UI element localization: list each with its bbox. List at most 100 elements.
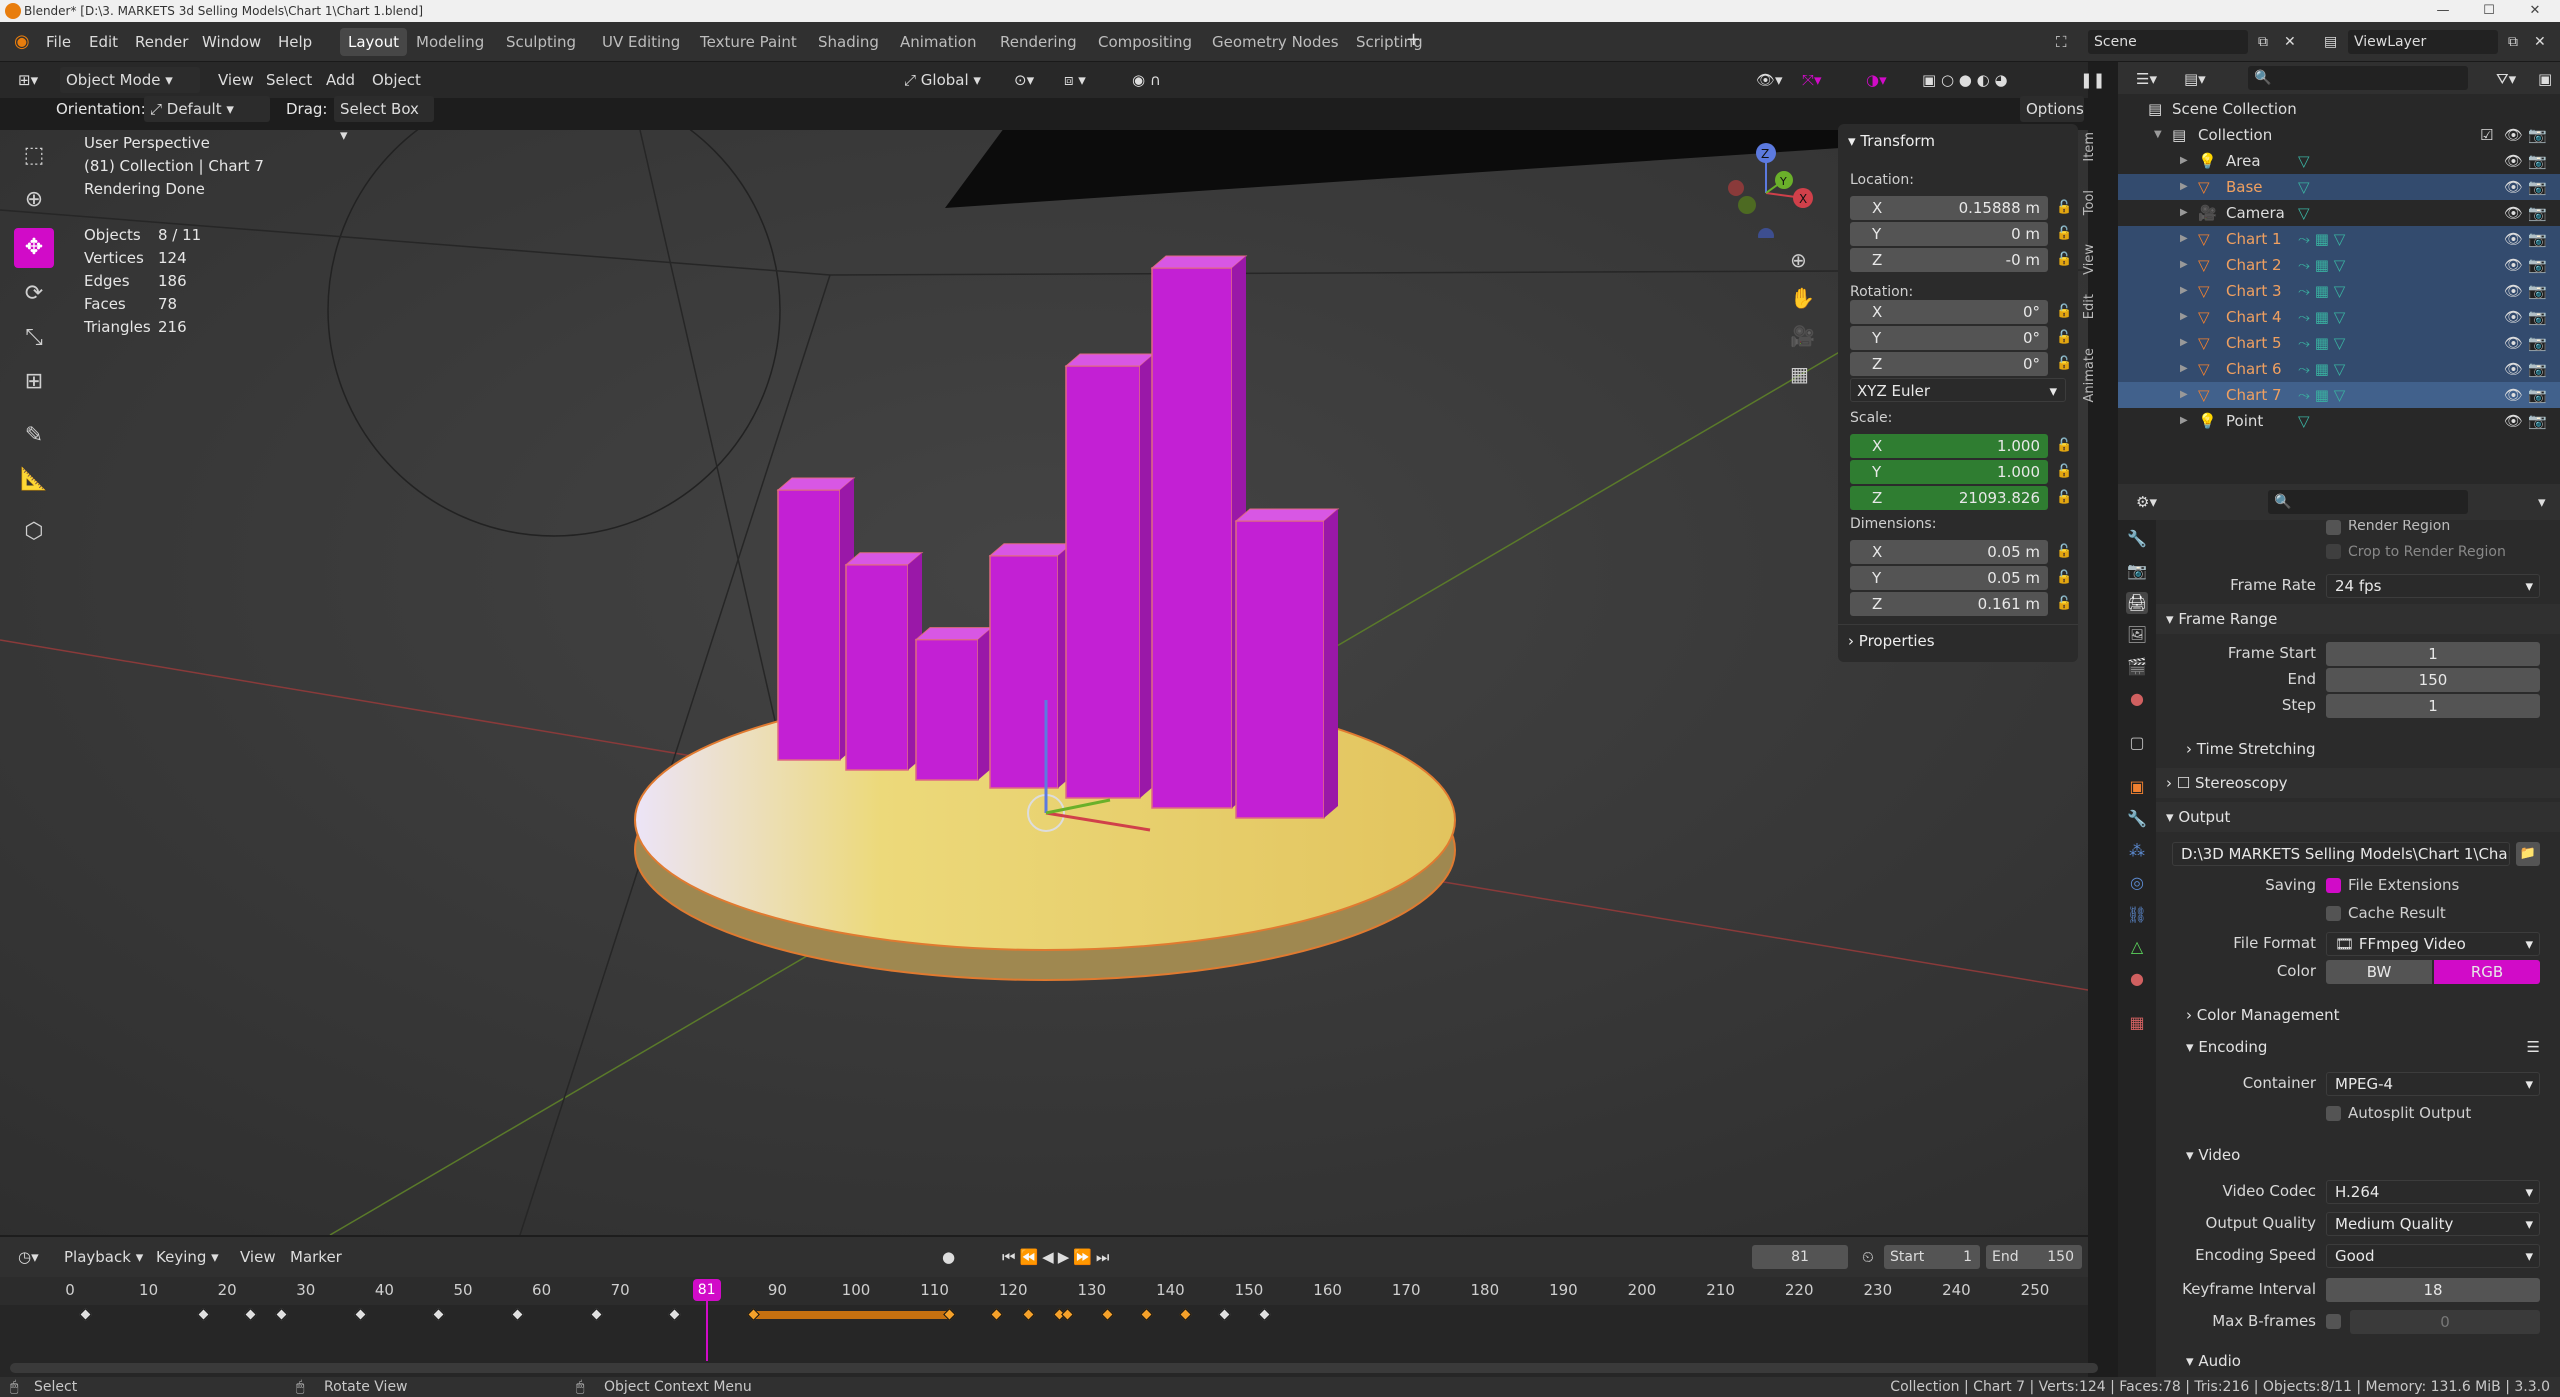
transform-panel-title[interactable]: ▾ Transform <box>1848 132 1935 150</box>
render-camera-icon[interactable]: 📷 <box>2528 330 2547 356</box>
snap-icon[interactable]: ⧈ ▾ <box>1058 67 1114 93</box>
expand-icon[interactable]: ▶ <box>2180 226 2188 252</box>
menu-file[interactable]: File <box>40 30 77 54</box>
expand-icon[interactable]: ▶ <box>2180 356 2188 382</box>
container-dropdown[interactable]: MPEG-4 ▾ <box>2326 1072 2540 1096</box>
view-layer-tab-icon[interactable]: 🖼 <box>2126 624 2148 646</box>
output-tab-icon[interactable]: 🖨 <box>2126 592 2148 614</box>
visibility-eye-icon[interactable]: 👁 <box>2504 200 2523 226</box>
lock-icon[interactable]: 🔓 <box>2056 490 2072 506</box>
video-section[interactable]: ▾ Video <box>2156 1140 2560 1170</box>
render-camera-icon[interactable]: 📷 <box>2528 200 2547 226</box>
render-camera-icon[interactable]: 📷 <box>2528 278 2547 304</box>
dimensions-x-field[interactable]: X 0.05 m <box>1850 540 2048 564</box>
keyframe[interactable] <box>78 1308 92 1321</box>
timeline-menu-keying[interactable]: Keying ▾ <box>150 1244 225 1270</box>
frame-start-field[interactable]: 1 <box>2326 642 2540 666</box>
sidebar-tab-animate[interactable]: Animate <box>2082 348 2106 402</box>
scene-tab-icon[interactable]: 🎬 <box>2126 656 2148 678</box>
preview-range-icon[interactable]: ⏲ <box>1856 1244 1880 1270</box>
timeline-menu-marker[interactable]: Marker <box>284 1244 348 1270</box>
maximize-button[interactable]: ☐ <box>2466 0 2512 22</box>
render-camera-icon[interactable]: 📷 <box>2528 252 2547 278</box>
autosplit-checkbox[interactable] <box>2326 1106 2341 1121</box>
rotation-mode-dropdown[interactable]: XYZ Euler ▾ <box>1850 378 2066 402</box>
keyframe[interactable] <box>990 1308 1004 1321</box>
keyframe[interactable] <box>1061 1308 1075 1321</box>
outliner-row[interactable]: ▶ 🎥 Camera ▽ 👁 📷 <box>2118 200 2560 226</box>
location-y-field[interactable]: Y 0 m <box>1850 222 2048 246</box>
workspace-tab-shading[interactable]: Shading <box>810 28 887 56</box>
expand-icon[interactable]: ▶ <box>2180 148 2188 174</box>
transform-tool-icon[interactable]: ⊞ <box>14 362 54 402</box>
ortho-toggle-icon[interactable]: ▦ <box>1790 362 1809 386</box>
scene-selector-icon[interactable]: ⛶ <box>2050 30 2073 54</box>
world-tab-icon[interactable]: ● <box>2126 688 2148 710</box>
expand-icon[interactable]: ▶ <box>2180 278 2188 304</box>
rotation-x-field[interactable]: X 0° <box>1850 300 2048 324</box>
outliner-search-input[interactable]: 🔍 <box>2248 66 2468 90</box>
timeline-menu-playback[interactable]: Playback ▾ <box>58 1244 149 1270</box>
render-camera-icon[interactable]: 📷 <box>2528 174 2547 200</box>
workspace-tab-texture-paint[interactable]: Texture Paint <box>692 28 805 56</box>
scale-x-field[interactable]: X 1.000 <box>1850 434 2048 458</box>
expand-icon[interactable]: ▶ <box>2180 382 2188 408</box>
file-extensions-checkbox[interactable] <box>2326 878 2341 893</box>
viewport-menu-view[interactable]: View <box>212 67 260 93</box>
new-collection-icon[interactable]: ▣ <box>2532 66 2558 92</box>
output-quality-dropdown[interactable]: Medium Quality ▾ <box>2326 1212 2540 1236</box>
rotation-z-field[interactable]: Z 0° <box>1850 352 2048 376</box>
workspace-tab-sculpting[interactable]: Sculpting <box>498 28 584 56</box>
menu-edit[interactable]: Edit <box>83 30 124 54</box>
properties-editor-icon[interactable]: ⚙▾ <box>2130 489 2163 515</box>
add-cube-tool-icon[interactable]: ⬡ <box>14 512 54 552</box>
menu-help[interactable]: Help <box>272 30 318 54</box>
zoom-icon[interactable]: ⊕ <box>1790 248 1807 272</box>
timeline-editor-icon[interactable]: ◷▾ <box>12 1244 45 1270</box>
playback-controls[interactable]: ⏮⏪◀▶⏩⏭ <box>996 1244 1156 1270</box>
output-path-field[interactable]: D:\3D MARKETS Selling Models\Chart 1\Cha… <box>2172 842 2510 866</box>
scene-collection-row[interactable]: ▤ Scene Collection <box>2118 96 2560 122</box>
location-z-field[interactable]: Z -0 m <box>1850 248 2048 272</box>
modifier-tab-icon[interactable]: 🔧 <box>2126 808 2148 830</box>
render-camera-icon[interactable]: 📷 <box>2528 382 2547 408</box>
render-camera-icon[interactable]: 📷 <box>2528 226 2547 252</box>
sidebar-tab-edit[interactable]: Edit <box>2082 294 2106 319</box>
outliner-row[interactable]: ▶ ▽ Chart 1 ⤳ ▦ ▽ 👁 📷 <box>2118 226 2560 252</box>
outliner-row[interactable]: ▶ ▽ Chart 5 ⤳ ▦ ▽ 👁 📷 <box>2118 330 2560 356</box>
new-scene-icon[interactable]: ⧉ <box>2252 30 2274 54</box>
tool-tab-icon[interactable]: 🔧 <box>2126 528 2148 550</box>
keyframe[interactable] <box>1139 1308 1153 1321</box>
workspace-tab-geometry-nodes[interactable]: Geometry Nodes <box>1204 28 1347 56</box>
constraints-tab-icon[interactable]: ⛓ <box>2126 904 2148 926</box>
add-workspace-button[interactable]: + <box>1400 28 1427 52</box>
render-camera-icon[interactable]: 📷 <box>2528 356 2547 382</box>
data-tab-icon[interactable]: △ <box>2126 936 2148 958</box>
outliner-row[interactable]: ▶ 💡 Area ▽ 👁 📷 <box>2118 148 2560 174</box>
visibility-eye-icon[interactable]: 👁 <box>2504 174 2523 200</box>
encoding-presets-icon[interactable]: ☰ <box>2527 1032 2540 1062</box>
close-window-button[interactable]: ✕ <box>2512 0 2558 22</box>
keyframe[interactable] <box>1257 1308 1271 1321</box>
3d-viewport[interactable]: User Perspective (81) Collection | Chart… <box>0 130 2088 1235</box>
rotate-tool-icon[interactable]: ⟳ <box>14 274 54 314</box>
chart-bar[interactable] <box>989 555 1059 789</box>
frame-rate-dropdown[interactable]: 24 fps ▾ <box>2326 574 2540 598</box>
visibility-eye-icon[interactable]: 👁 <box>2504 356 2523 382</box>
time-stretching-section[interactable]: › Time Stretching <box>2156 734 2560 764</box>
collection-row[interactable]: ▼ ▤ Collection ☑ 👁 📷 <box>2118 122 2560 148</box>
keyframe[interactable] <box>668 1308 682 1321</box>
step-field[interactable]: 1 <box>2326 694 2540 718</box>
move-tool-icon[interactable]: ✥ <box>14 228 54 268</box>
visibility-eye-icon[interactable]: 👁 <box>2504 408 2523 434</box>
visibility-eye-icon[interactable]: 👁 <box>2504 148 2523 174</box>
material-tab-icon[interactable]: ● <box>2126 968 2148 990</box>
orientation-dropdown[interactable]: ⤢ Default ▾ <box>144 96 270 122</box>
blender-menu-icon[interactable]: ◉ <box>8 30 36 54</box>
filter-icon[interactable]: ⛛▾ <box>2490 66 2522 92</box>
workspace-tab-modeling[interactable]: Modeling <box>408 28 492 56</box>
collection-tab-icon[interactable]: ▢ <box>2126 732 2148 754</box>
video-codec-dropdown[interactable]: H.264 ▾ <box>2326 1180 2540 1204</box>
lock-icon[interactable]: 🔓 <box>2056 570 2072 586</box>
keyframe[interactable] <box>1022 1308 1035 1321</box>
